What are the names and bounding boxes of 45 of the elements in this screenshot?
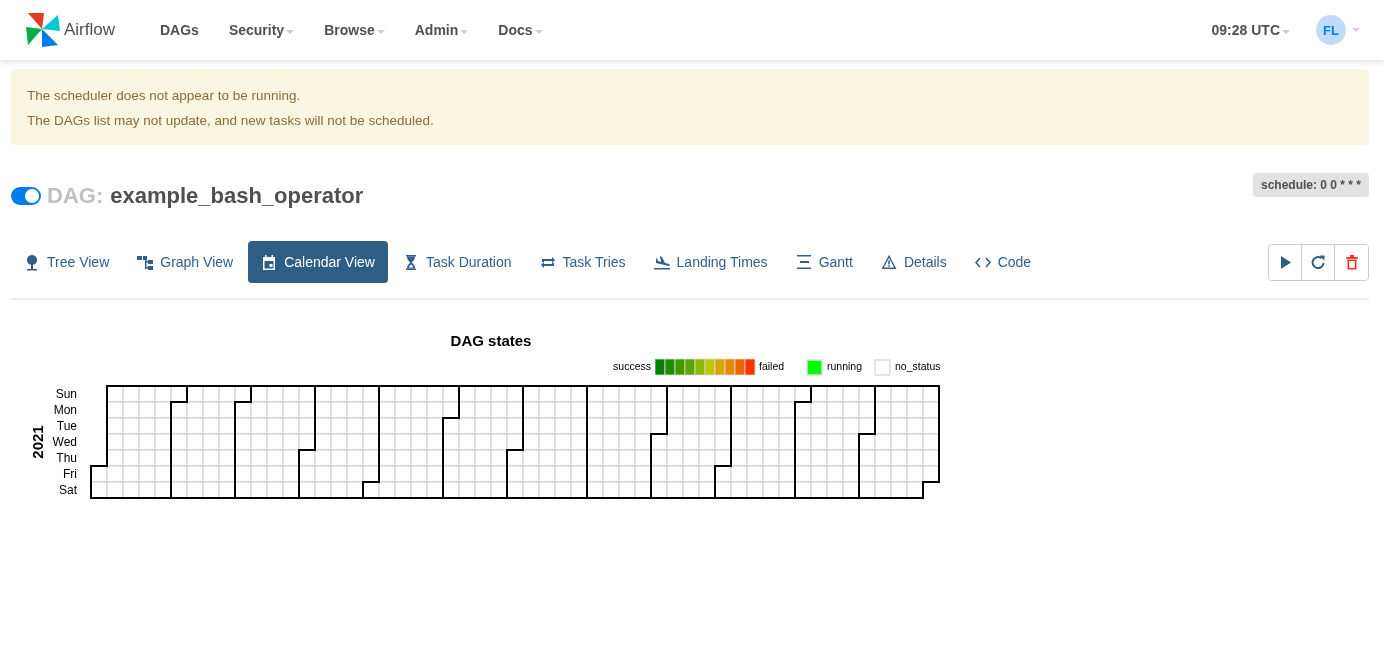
schedule-badge: schedule: 0 0 * * * [1252, 173, 1369, 197]
view-tab[interactable]: Details [867, 241, 960, 283]
dag-label: DAG: [47, 183, 104, 209]
legend-label: no_status [895, 360, 941, 372]
view-tab[interactable]: Task Tries [526, 241, 639, 283]
weekday-label: Sun [55, 387, 77, 401]
view-tab[interactable]: Task Duration [389, 241, 525, 283]
weekday-label: Sat [59, 483, 77, 497]
weekday-label: Wed [52, 435, 77, 449]
view-tab[interactable]: Landing Times [640, 241, 781, 283]
trigger-button[interactable] [1269, 244, 1302, 280]
nav-menu-item[interactable]: Security [228, 22, 295, 38]
legend-label: success [613, 360, 651, 372]
dag-toggle[interactable] [11, 187, 41, 205]
calendar-icon [261, 253, 278, 271]
clock-menu[interactable]: 09:28 UTC [1211, 22, 1290, 38]
weekday-label: Tue [56, 419, 77, 433]
alert-text: The DAGs list may not update, and new tasks will not be scheduled. [27, 113, 435, 128]
nav-menu-item[interactable]: DAGs [160, 22, 199, 38]
dag-name: example_bash_operator [110, 183, 364, 209]
brand-name[interactable]: Airflow [64, 20, 115, 40]
weekday-label: Thu [56, 451, 77, 465]
plane-landing-icon [653, 253, 670, 271]
nav-menu-item[interactable]: Admin [414, 22, 469, 38]
legend-label: failed [759, 360, 785, 372]
legend-label: running [827, 360, 863, 372]
trash-icon [1343, 253, 1360, 271]
chart-title: DAG states [450, 332, 532, 349]
gantt-icon [795, 253, 812, 271]
year-label: 2021 [29, 425, 46, 459]
weekday-label: Fri [63, 467, 77, 481]
alert-text: The scheduler does not appear to be running. [27, 88, 302, 103]
warning-triangle-icon [880, 253, 897, 271]
weekday-label: Mon [53, 403, 77, 417]
nav-menu-item[interactable]: Browse [324, 22, 385, 38]
view-tab[interactable]: Gantt [782, 241, 866, 283]
view-tab[interactable]: Calendar View [248, 241, 388, 283]
view-tab[interactable]: Graph View [124, 241, 247, 283]
pinwheel-logo-icon [24, 11, 62, 49]
view-tab[interactable]: Code [961, 241, 1045, 283]
graph-icon [137, 253, 154, 271]
tree-icon [24, 253, 40, 271]
nav-menu-item[interactable]: Docs [498, 22, 543, 38]
refresh-icon [1310, 253, 1326, 271]
view-tab[interactable]: Tree View [11, 241, 123, 283]
